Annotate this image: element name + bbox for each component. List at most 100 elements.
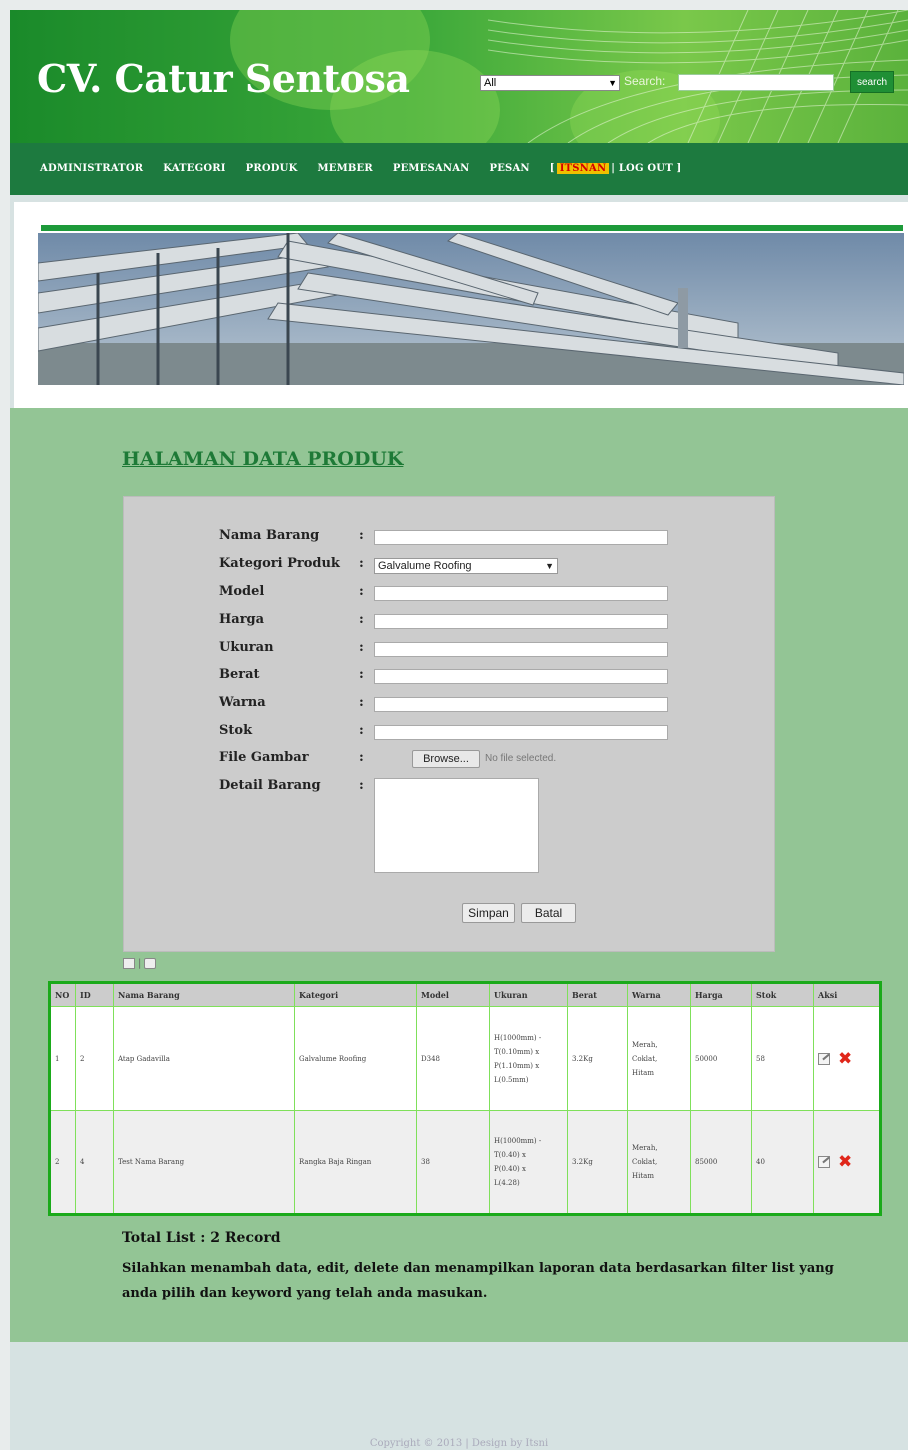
nav-item-kategori[interactable]: KATEGORI (163, 163, 225, 174)
cell-no: 1 (49, 1006, 76, 1111)
field-label: Ukuran (219, 640, 274, 655)
field-label: Harga (219, 612, 265, 627)
cell-nama: Test Nama Barang (113, 1110, 295, 1215)
ukuran-line: L(0.5mm) (494, 1075, 529, 1084)
stok-input[interactable] (374, 725, 668, 740)
cell-model: 38 (416, 1110, 490, 1215)
colon: : (359, 528, 364, 543)
field-label: Warna (219, 695, 266, 710)
nav-item-administrator[interactable]: ADMINISTRATOR (40, 163, 143, 174)
cell-nama: Atap Gadavilla (113, 1006, 295, 1111)
file-status-text: No file selected. (485, 753, 557, 764)
cell-kategori: Rangka Baja Ringan (294, 1110, 417, 1215)
ukuran-line: H(1000mm) - (494, 1033, 542, 1042)
kategori-select[interactable]: Galvalume Roofing ▼ (374, 558, 558, 574)
search-input[interactable] (678, 74, 834, 91)
ukuran-line: P(1.10mm) x (494, 1061, 540, 1070)
batal-button[interactable]: Batal (521, 903, 576, 923)
field-label: Model (219, 584, 265, 599)
field-label: Stok (219, 723, 253, 738)
edit-icon[interactable] (818, 1052, 830, 1065)
column-header: Stok (751, 982, 814, 1007)
cell-stok: 58 (751, 1006, 814, 1111)
search-filter-value: All (484, 77, 497, 89)
cell-aksi: ✖ (813, 1110, 881, 1215)
simpan-button[interactable]: Simpan (462, 903, 515, 923)
nav-logout-link[interactable]: | LOG OUT ] (611, 163, 681, 174)
cell-no: 2 (49, 1110, 76, 1215)
nav-item-pesan[interactable]: PESAN (490, 163, 530, 174)
ukuran-line: H(1000mm) - (494, 1137, 542, 1145)
warna-line: Merah, (632, 1040, 658, 1049)
cell-stok: 40 (751, 1110, 814, 1215)
cell-aksi: ✖ (813, 1006, 881, 1111)
column-header: Model (416, 982, 490, 1007)
nav-item-member[interactable]: MEMBER (317, 163, 372, 174)
copyright-text: Copyright © 2013 | Design by Itsni (369, 1438, 549, 1449)
warna-line: Coklat, (632, 1158, 658, 1166)
nav-item-produk[interactable]: PRODUK (246, 163, 298, 174)
delete-icon[interactable]: ✖ (838, 1154, 852, 1171)
search-filter-select[interactable]: All ▼ (480, 75, 620, 91)
harga-input[interactable] (374, 614, 668, 629)
column-header: NO (49, 982, 76, 1007)
site-logo[interactable]: CV. Catur Sentosa (37, 56, 410, 101)
cell-warna: Merah, Coklat, Hitam (627, 1006, 691, 1111)
detail-barang-textarea[interactable] (374, 778, 539, 873)
colon: : (359, 667, 364, 682)
page-title: HALAMAN DATA PRODUK (122, 448, 404, 470)
berat-input[interactable] (374, 669, 668, 684)
warna-line: Merah, (632, 1144, 658, 1152)
column-header: Kategori (294, 982, 417, 1007)
footer: Copyright © 2013 | Design by Itsni (10, 1344, 908, 1450)
banner-accent-line (41, 225, 903, 231)
column-header: Berat (567, 982, 628, 1007)
cell-warna: Merah, Coklat, Hitam (627, 1110, 691, 1215)
model-input[interactable] (374, 586, 668, 601)
instruction-text: Silahkan menambah data, edit, delete dan… (122, 1261, 834, 1301)
warna-input[interactable] (374, 697, 668, 712)
nav-item-pemesanan[interactable]: PEMESANAN (393, 163, 470, 174)
colon: : (359, 695, 364, 710)
ukuran-line: P(0.40) x (494, 1165, 526, 1173)
banner-section (14, 202, 908, 408)
column-header: ID (75, 982, 114, 1007)
table-header-row: NO ID Nama Barang Kategori Model Ukuran … (49, 982, 881, 1007)
cell-id: 4 (75, 1110, 114, 1215)
colon: : (359, 640, 364, 655)
browse-file-button[interactable]: Browse... (412, 750, 480, 768)
main-nav: ADMINISTRATOR KATEGORI PRODUK MEMBER PEM… (10, 143, 908, 195)
ukuran-line: L(4.28) (494, 1179, 520, 1187)
ukuran-line: T(0.10mm) x (494, 1047, 540, 1056)
warna-line: Hitam (632, 1068, 654, 1077)
cell-ukuran: H(1000mm) - T(0.10mm) x P(1.10mm) x L(0.… (489, 1006, 568, 1111)
colon: : (359, 778, 364, 793)
ukuran-input[interactable] (374, 642, 668, 657)
page: CV. Catur Sentosa All ▼ Search: search A… (10, 10, 908, 1450)
chevron-down-icon: ▼ (545, 561, 554, 571)
product-table: NO ID Nama Barang Kategori Model Ukuran … (48, 981, 882, 1216)
print-icon[interactable] (144, 958, 157, 969)
report-image-icon[interactable] (123, 958, 135, 969)
table-row: 2 4 Test Nama Barang Rangka Baja Ringan … (49, 1110, 881, 1215)
total-record-text: Total List : 2 Record (122, 1230, 281, 1246)
field-label: Kategori Produk (219, 556, 340, 571)
cell-harga: 85000 (690, 1110, 752, 1215)
delete-icon[interactable]: ✖ (838, 1050, 852, 1067)
cell-berat: 3.2Kg (567, 1110, 628, 1215)
edit-icon[interactable] (818, 1156, 830, 1168)
nama-barang-input[interactable] (374, 530, 668, 545)
report-icons: | (123, 958, 159, 969)
nav-user-name: ITSNAN (556, 163, 610, 174)
column-header: Warna (627, 982, 691, 1007)
cell-harga: 50000 (690, 1006, 752, 1111)
colon: : (359, 612, 364, 627)
field-label: Berat (219, 667, 260, 682)
kategori-selected-value: Galvalume Roofing (378, 560, 472, 572)
main-content: HALAMAN DATA PRODUK Nama Barang : Katego… (10, 408, 908, 1342)
colon: : (359, 723, 364, 738)
colon: : (359, 750, 364, 765)
search-button[interactable]: search (850, 71, 894, 93)
table-row: 1 2 Atap Gadavilla Galvalume Roofing D34… (49, 1006, 881, 1111)
column-header: Nama Barang (113, 982, 295, 1007)
